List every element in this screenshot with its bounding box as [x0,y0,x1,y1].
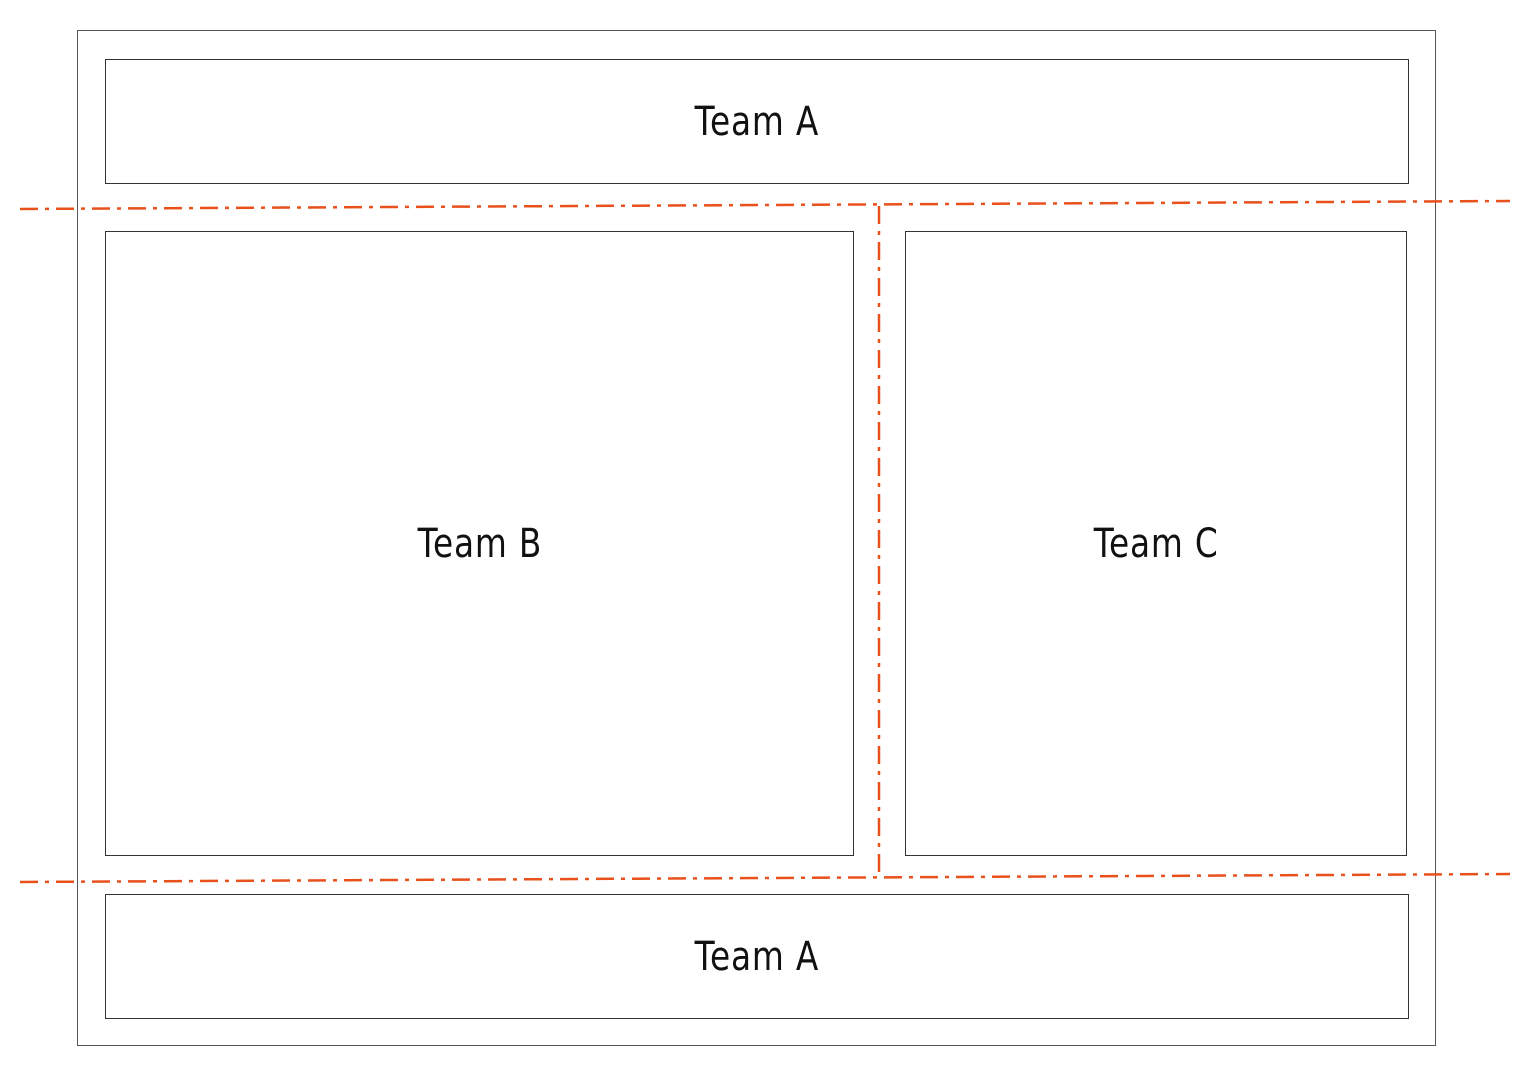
region-left-label: Team B [417,520,542,567]
region-top-label: Team A [694,98,820,145]
region-right-team-c: Team C [905,231,1407,856]
region-right-label: Team C [1093,520,1219,567]
region-top-team-a: Team A [105,59,1409,184]
region-left-team-b: Team B [105,231,854,856]
region-bottom-label: Team A [694,933,820,980]
region-bottom-team-a: Team A [105,894,1409,1019]
